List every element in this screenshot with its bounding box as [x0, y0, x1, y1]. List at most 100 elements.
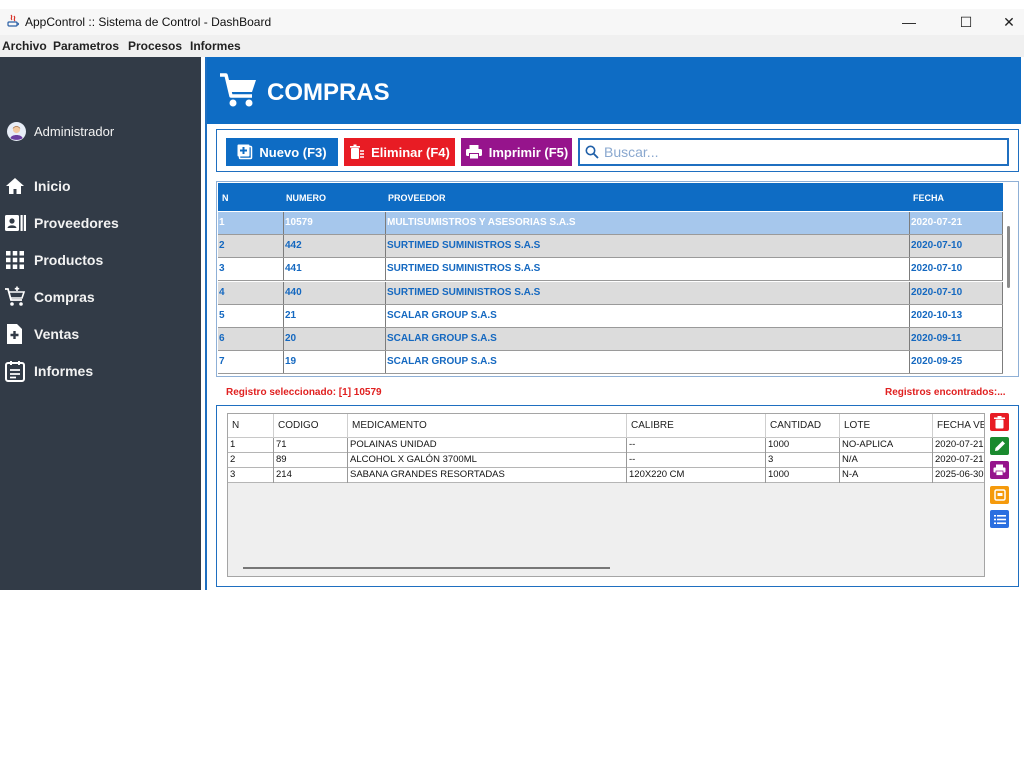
detail-cell: 3: [766, 453, 840, 468]
table-row[interactable]: 4 440 SURTIMED SUMINISTROS S.A.S 2020-07-10: [218, 281, 1003, 305]
search-box[interactable]: [578, 138, 1009, 166]
detail-table: N CODIGO MEDICAMENTO CALIBRE CANTIDAD LO…: [227, 413, 985, 577]
table-cell: 19: [284, 351, 386, 374]
menu-archivo[interactable]: Archivo: [2, 39, 47, 53]
table-cell: 6: [218, 328, 284, 350]
table-row[interactable]: 5 21 SCALAR GROUP S.A.S 2020-10-13: [218, 304, 1003, 328]
detail-cell: N-A: [840, 468, 933, 483]
column-header-proveedor[interactable]: PROVEEDOR: [388, 193, 446, 203]
imprimir-button[interactable]: Imprimir (F5): [461, 138, 572, 166]
column-header-numero[interactable]: NUMERO: [286, 193, 326, 203]
sidebar: Administrador Inicio Proveedores Product…: [0, 57, 201, 590]
detail-column-calibre[interactable]: CALIBRE: [627, 414, 766, 438]
grid-icon: [6, 251, 24, 269]
table-cell: 2020-07-10: [910, 258, 1003, 281]
archive-item-button[interactable]: [990, 486, 1009, 504]
table-cell: 3: [218, 258, 284, 281]
nuevo-button-label: Nuevo (F3): [259, 144, 327, 160]
table-row[interactable]: 6 20 SCALAR GROUP S.A.S 2020-09-11: [218, 328, 1003, 351]
table-cell: 2020-07-21: [910, 212, 1003, 234]
detail-cell: 3: [228, 468, 274, 483]
eliminar-button[interactable]: Eliminar (F4): [344, 138, 455, 166]
menu-parametros[interactable]: Parametros: [53, 39, 119, 53]
print-item-button[interactable]: [990, 461, 1009, 479]
table-cell: 5: [218, 304, 284, 327]
page-header: COMPRAS: [207, 57, 1021, 124]
detail-row[interactable]: 3 214 SABANA GRANDES RESORTADAS 120X220 CM 1…: [228, 468, 984, 483]
user-avatar-icon: [7, 122, 26, 141]
maximize-button[interactable]: ☐: [943, 9, 989, 35]
detail-horizontal-scrollbar[interactable]: [243, 567, 610, 569]
sidebar-item-compras[interactable]: Compras: [4, 285, 95, 309]
column-header-fecha[interactable]: FECHA: [913, 193, 944, 203]
imprimir-button-label: Imprimir (F5): [488, 144, 569, 160]
user-name: Administrador: [34, 124, 115, 139]
detail-column-lote[interactable]: LOTE: [840, 414, 933, 438]
nuevo-button[interactable]: Nuevo (F3): [226, 138, 338, 166]
table-cell: SURTIMED SUMINISTROS S.A.S: [386, 235, 910, 258]
close-button[interactable]: ✕: [986, 9, 1024, 35]
sidebar-item-label: Inicio: [34, 178, 71, 194]
table-vertical-scrollbar[interactable]: [1007, 226, 1010, 288]
table-cell: SURTIMED SUMINISTROS S.A.S: [386, 281, 910, 304]
table-row[interactable]: 2 442 SURTIMED SUMINISTROS S.A.S 2020-07-10: [218, 235, 1003, 259]
delete-icon: [350, 144, 365, 159]
table-cell: 4: [218, 281, 284, 304]
delete-item-button[interactable]: [990, 413, 1009, 431]
contacts-icon: [5, 215, 26, 231]
sidebar-item-proveedores[interactable]: Proveedores: [4, 211, 119, 235]
sidebar-item-ventas[interactable]: Ventas: [4, 322, 79, 346]
table-cell: SCALAR GROUP S.A.S: [386, 351, 910, 374]
java-app-icon: [7, 14, 19, 27]
detail-column-medicamento[interactable]: MEDICAMENTO: [348, 414, 627, 438]
records-found-status: Registros encontrados:...: [885, 387, 1006, 398]
detail-cell: 214: [274, 468, 348, 483]
menu-procesos[interactable]: Procesos: [128, 39, 182, 53]
add-icon: [237, 144, 253, 160]
menu-informes[interactable]: Informes: [190, 39, 241, 53]
user-profile[interactable]: Administrador: [7, 122, 114, 141]
table-row[interactable]: 7 19 SCALAR GROUP S.A.S 2020-09-25: [218, 351, 1003, 375]
table-cell: 440: [284, 281, 386, 304]
search-icon: [585, 145, 599, 159]
edit-item-button[interactable]: [990, 437, 1009, 455]
detail-table-header: N CODIGO MEDICAMENTO CALIBRE CANTIDAD LO…: [228, 414, 984, 438]
table-row[interactable]: 3 441 SURTIMED SUMINISTROS S.A.S 2020-07-10: [218, 258, 1003, 282]
sidebar-item-informes[interactable]: Informes: [4, 359, 93, 383]
table-cell: SURTIMED SUMINISTROS S.A.S: [386, 258, 910, 281]
detail-cell: 1: [228, 438, 274, 453]
detail-column-n[interactable]: N: [228, 414, 274, 438]
table-cell: 442: [284, 235, 386, 258]
home-icon: [6, 178, 24, 194]
detail-row[interactable]: 2 89 ALCOHOL X GALÓN 3700ML -- 3 N/A 2020-07-2…: [228, 453, 984, 468]
selected-record-status: Registro seleccionado: [1] 10579: [226, 387, 382, 398]
sidebar-item-label: Ventas: [34, 326, 80, 342]
detail-cell: POLAINAS UNIDAD: [348, 438, 627, 453]
search-input[interactable]: [604, 143, 999, 161]
table-cell: MULTISUMISTROS Y ASESORIAS S.A.S: [386, 212, 910, 234]
table-row[interactable]: 1 10579 MULTISUMISTROS Y ASESORIAS S.A.S 20…: [218, 212, 1003, 235]
sidebar-item-inicio[interactable]: Inicio: [4, 174, 71, 198]
eliminar-button-label: Eliminar (F4): [371, 144, 450, 160]
sidebar-item-label: Informes: [34, 363, 94, 379]
pencil-icon: [994, 441, 1005, 451]
detail-column-codigo[interactable]: CODIGO: [274, 414, 348, 438]
detail-cell: N/A: [840, 453, 933, 468]
box-icon: [993, 489, 1006, 501]
detail-column-cantidad[interactable]: CANTIDAD: [766, 414, 840, 438]
column-header-n[interactable]: N: [222, 193, 229, 203]
detail-cell: --: [627, 453, 766, 468]
detail-column-fecha-vencimiento[interactable]: FECHA VENCIMIENTO: [933, 414, 984, 438]
detail-row[interactable]: 1 71 POLAINAS UNIDAD -- 1000 NO-APLICA 2020-07…: [228, 438, 984, 453]
minimize-button[interactable]: —: [886, 9, 932, 35]
table-cell: 7: [218, 351, 284, 374]
table-cell: 2020-07-10: [910, 235, 1003, 258]
detail-cell: 1000: [766, 468, 840, 483]
compras-table: N NUMERO PROVEEDOR FECHA 1 10579 MULTISUMI…: [216, 181, 1019, 377]
table-cell: 10579: [284, 212, 386, 234]
page-title: COMPRAS: [267, 79, 390, 106]
list-item-button[interactable]: [990, 510, 1009, 528]
printer-icon: [993, 464, 1006, 476]
sidebar-item-productos[interactable]: Productos: [4, 248, 103, 272]
table-cell: 2020-09-25: [910, 351, 1003, 374]
